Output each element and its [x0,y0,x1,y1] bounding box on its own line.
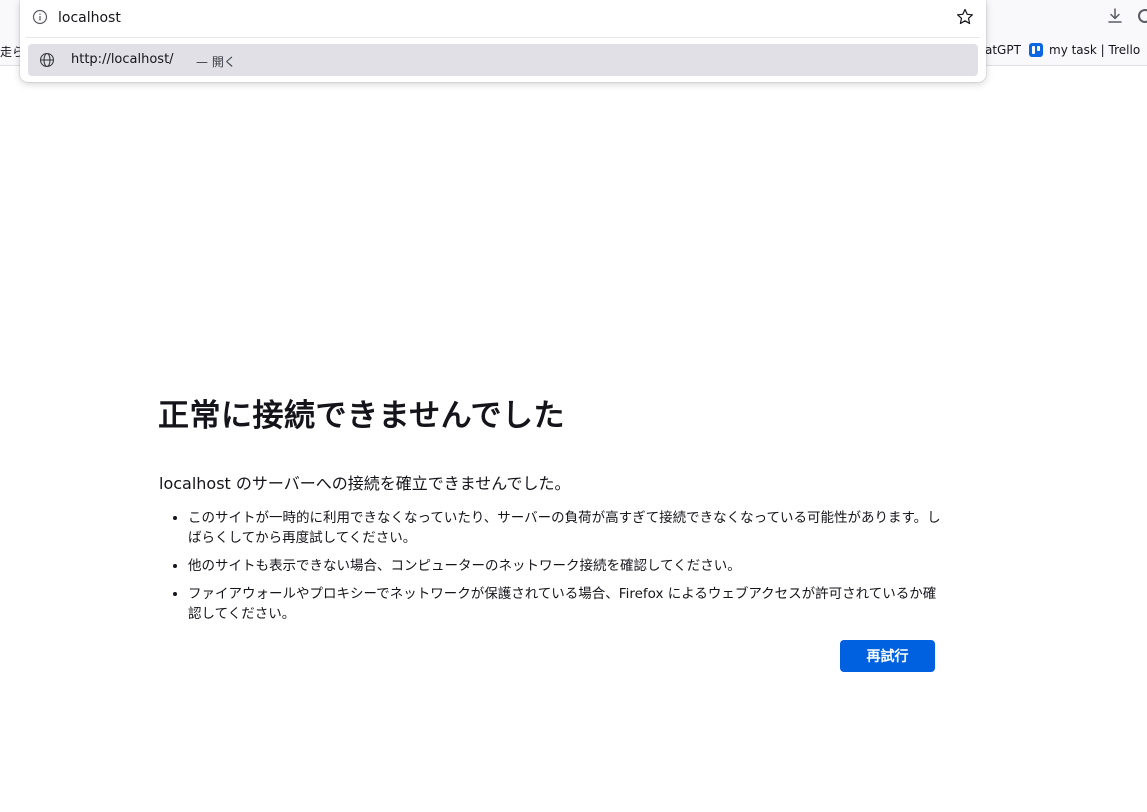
error-intro: localhost のサーバーへの接続を確立できませんでした。 [159,474,571,493]
account-icon[interactable] [1138,9,1147,23]
suggestion-action: — 開く [196,55,236,69]
list-item: このサイトが一時的に利用できなくなっていたり、サーバーの負荷が高すぎて接続できな… [188,508,949,548]
suggestion-url: http://localhost/ [71,52,174,67]
list-item: 他のサイトも表示できない場合、コンピューターのネットワーク接続を確認してください… [188,556,949,576]
error-suggestions-list: このサイトが一時的に利用できなくなっていたり、サーバーの負荷が高すぎて接続できな… [159,508,949,632]
bookmark-star-icon[interactable] [955,7,975,27]
bookmark-trello-label: my task | Trello [1049,43,1141,57]
retry-button[interactable]: 再試行 [840,640,935,672]
download-icon[interactable] [1105,6,1125,26]
list-item: ファイアウォールやプロキシーでネットワークが保護されている場合、Firefox … [188,584,949,624]
error-title: 正常に接続できませんでした [158,398,566,434]
bookmark-chatgpt[interactable]: atGPT [985,43,1021,57]
bookmark-trello[interactable]: my task | Trello [1029,43,1140,57]
url-suggestion[interactable]: http://localhost/ — 開く [28,44,978,76]
url-input[interactable] [58,6,938,30]
globe-icon [39,52,55,68]
divider [26,37,980,38]
info-icon[interactable] [32,9,48,25]
urlbar-popup: http://localhost/ — 開く [20,0,986,82]
trello-icon [1029,43,1043,57]
